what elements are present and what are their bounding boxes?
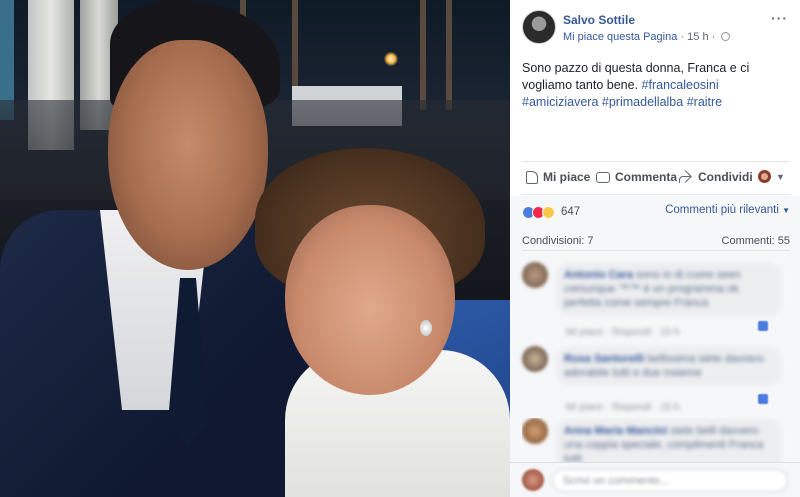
post-time[interactable]: 15 h xyxy=(687,31,708,43)
post-meta: Mi piace questa Pagina · 15 h · xyxy=(563,31,731,43)
reactions-count: 647 xyxy=(561,206,581,218)
comment-sort-dropdown[interactable]: Commenti più rilevanti ▼ xyxy=(665,204,790,216)
post-photo[interactable] xyxy=(0,0,510,497)
photo-tree xyxy=(420,0,426,110)
comment-composer: Scrivi un commento... xyxy=(510,462,800,497)
comment-meta[interactable]: Mi piace · Rispondi · 15 h xyxy=(566,327,679,338)
hashtag-link[interactable]: #francaleosini xyxy=(642,78,719,92)
post-header: Salvo Sottile Mi piace questa Pagina · 1… xyxy=(510,0,800,52)
meta-separator: · xyxy=(680,31,685,43)
comments-count[interactable]: Commenti: 55 xyxy=(722,235,790,247)
comment-button[interactable]: Commenta xyxy=(596,170,677,184)
commenter-avatar[interactable] xyxy=(522,262,548,288)
post-counts: Condivisioni: 7 Commenti: 55 xyxy=(522,229,790,251)
commenter-name[interactable]: Antonio Cara xyxy=(564,269,633,281)
more-options-icon[interactable]: ··· xyxy=(771,10,788,26)
user-avatar xyxy=(758,170,771,183)
user-avatar xyxy=(522,469,544,491)
comment-reaction-icon xyxy=(758,394,768,404)
share-label: Condividi xyxy=(698,170,753,184)
share-button[interactable]: Condividi xyxy=(679,170,753,184)
comment-reaction-icon xyxy=(758,321,768,331)
photo-man-face xyxy=(108,40,268,270)
comment-bubble-icon xyxy=(596,171,610,183)
commenter-name[interactable]: Anna Maria Mancini xyxy=(564,425,667,437)
comment-bubble: Anna Maria Mancini siete belli davvero u… xyxy=(556,418,782,462)
comment-label: Commenta xyxy=(615,170,678,184)
comment-sort-label: Commenti più rilevanti xyxy=(665,204,779,216)
chevron-down-icon: ▼ xyxy=(776,171,785,182)
share-arrow-icon xyxy=(679,171,693,183)
post-side-panel: Salvo Sottile Mi piace questa Pagina · 1… xyxy=(510,0,800,497)
like-page-link[interactable]: Mi piace questa Pagina xyxy=(563,31,677,43)
hashtag-link[interactable]: #raitre xyxy=(687,95,722,109)
author-name[interactable]: Salvo Sottile xyxy=(563,13,635,27)
like-button[interactable]: Mi piace xyxy=(526,170,590,184)
globe-icon xyxy=(721,32,731,41)
commenter-avatar[interactable] xyxy=(522,418,548,444)
commenter-avatar[interactable] xyxy=(522,346,548,372)
commenter-name[interactable]: Rosa Santorelli xyxy=(564,353,644,365)
comment-item: Rosa Santorelli bellissima siete davvero… xyxy=(522,346,790,416)
post-actions-bar: Mi piace Commenta Condividi ▼ xyxy=(522,161,790,195)
wow-reaction-icon xyxy=(542,205,555,219)
comment-bubble: Antonio Cara sono io di cuore seen comun… xyxy=(556,262,782,316)
comment-item: Anna Maria Mancini siete belli davvero u… xyxy=(522,418,790,462)
photo-earring xyxy=(420,320,432,336)
thumbs-up-icon xyxy=(526,170,538,184)
hashtag-link[interactable]: #primadellalba xyxy=(602,95,683,109)
comment-item: Antonio Cara sono io di cuore seen comun… xyxy=(522,262,790,342)
photo-tree xyxy=(446,0,452,110)
hashtag-link[interactable]: #amiciziavera xyxy=(522,95,598,109)
reaction-identity-selector[interactable]: ▼ xyxy=(758,170,785,183)
shares-count[interactable]: Condivisioni: 7 xyxy=(522,235,594,247)
comment-meta[interactable]: Mi piace · Rispondi · 15 h xyxy=(566,402,679,413)
post-text: Sono pazzo di questa donna, Franca e ci … xyxy=(522,60,790,111)
photo-street-lamp xyxy=(384,52,398,66)
meta-separator: · xyxy=(711,31,716,43)
comment-bubble: Rosa Santorelli bellissima siete davvero… xyxy=(556,346,782,386)
like-label: Mi piace xyxy=(543,170,591,184)
photo-woman-face xyxy=(285,205,455,395)
comment-input[interactable]: Scrivi un commento... xyxy=(552,469,788,492)
author-avatar[interactable] xyxy=(522,10,556,44)
chevron-down-icon: ▼ xyxy=(782,206,790,215)
